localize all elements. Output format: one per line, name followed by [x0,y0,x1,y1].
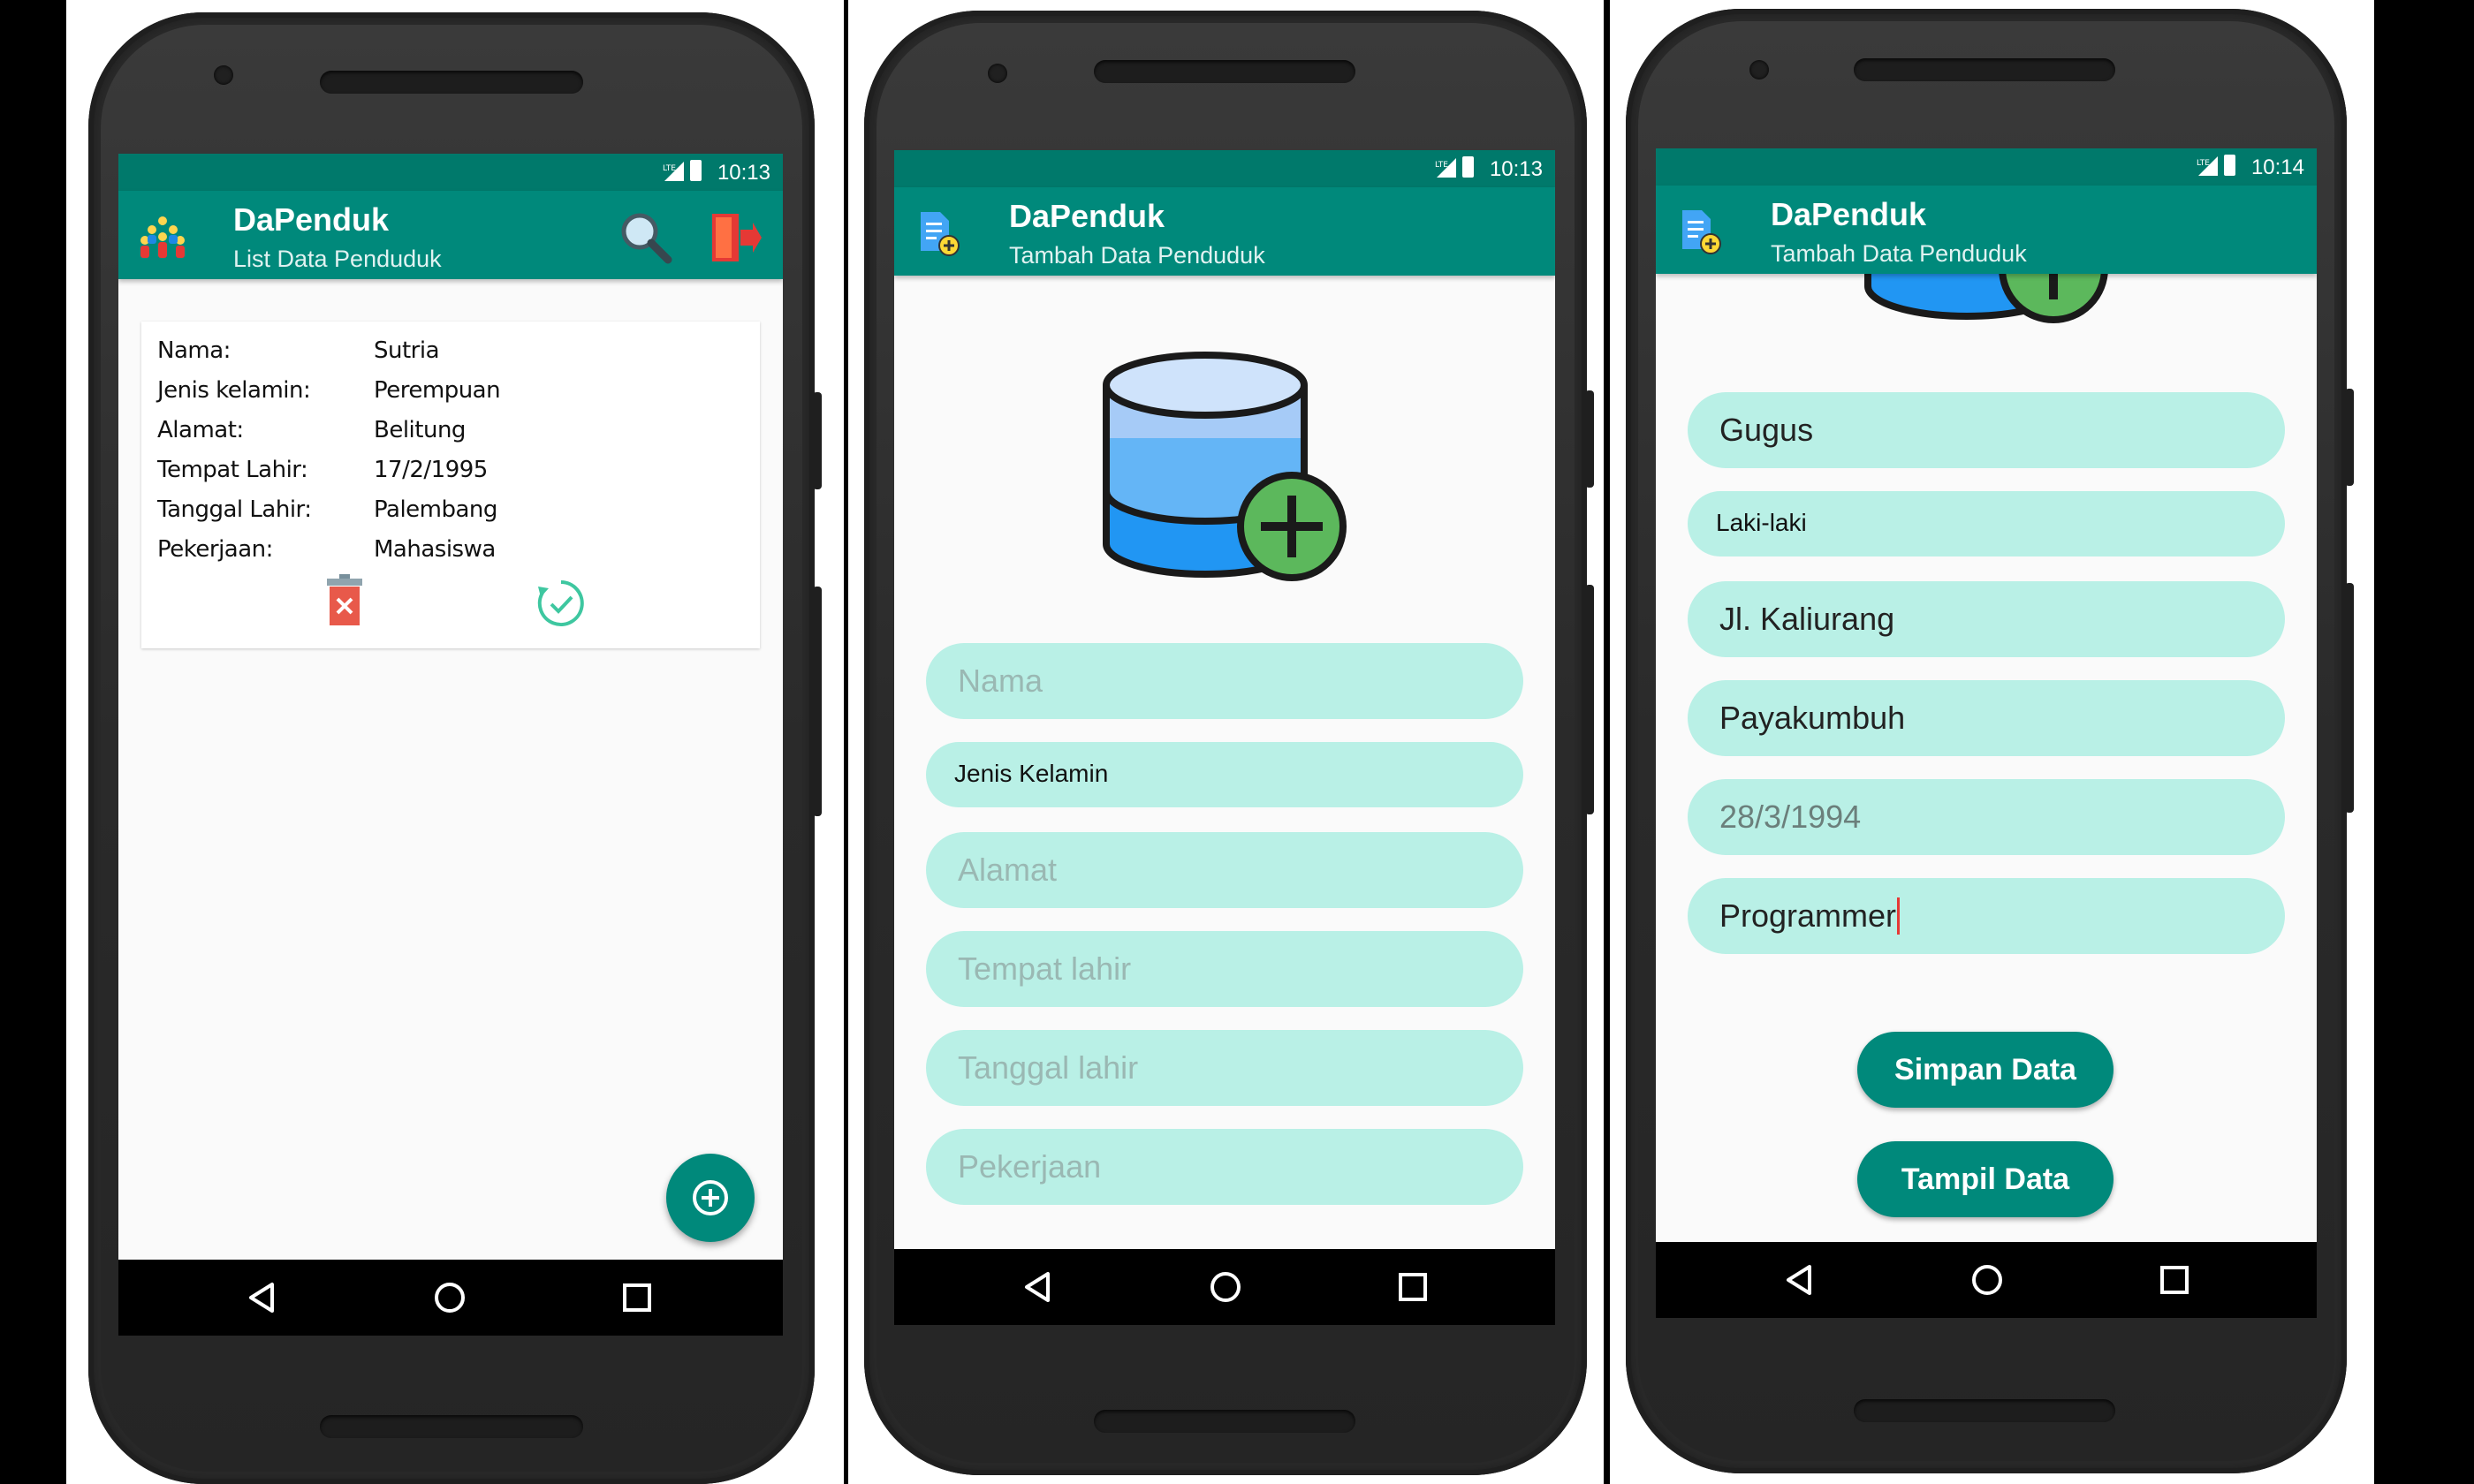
top-speaker [320,71,583,94]
app-bar: DaPenduk List Data Penduduk [118,191,783,279]
tanggal-lahir-input[interactable]: Tanggal lahir [926,1030,1523,1106]
status-time: 10:14 [2250,155,2304,179]
nama-input[interactable]: Nama [926,643,1523,719]
logout-icon[interactable] [709,210,762,265]
app-title: DaPenduk [1009,198,1165,234]
phone-screen-2: LTE 10:13 DaPenduk Tambah Data Penduduk … [894,150,1555,1325]
simpan-data-button[interactable]: Simpan Data [1857,1032,2114,1108]
bottom-speaker [1854,1399,2115,1422]
signal-icon: LTE [1435,158,1456,178]
battery-icon [1462,156,1474,178]
bottom-speaker [1094,1410,1355,1433]
navigation-bar [1656,1242,2317,1318]
add-fab-button[interactable] [666,1154,755,1242]
front-camera [1749,60,1769,80]
recents-icon[interactable] [2158,1263,2191,1297]
navigation-bar [894,1249,1555,1325]
screen-subtitle: Tambah Data Penduduk [1009,242,1265,269]
add-document-icon [1682,210,1721,254]
status-time: 10:13 [717,161,770,185]
nama-input[interactable]: Gugus [1688,392,2285,468]
side-button [813,392,822,489]
status-bar: LTE 10:13 [894,150,1555,187]
phone-screen-3: LTE 10:14 DaPenduk Tambah Data Penduduk … [1656,148,2317,1318]
jenis-kelamin-select[interactable]: Jenis Kelamin [926,742,1523,807]
add-fab-icon [693,1180,728,1215]
side-button [813,587,822,816]
back-icon[interactable] [1021,1270,1055,1304]
status-bar: LTE 10:14 [1656,148,2317,186]
jenis-kelamin-select[interactable]: Laki-laki [1688,491,2285,556]
home-icon[interactable] [1970,1263,2004,1297]
data-card[interactable]: Nama: Sutria Jenis kelamin: Perempuan Alam… [141,322,760,648]
add-document-icon [921,212,960,256]
signal-icon: LTE [2197,156,2218,176]
phone-frame-1: LTE 10:13 DaPenduk List Data Penduduk Na… [88,12,822,1484]
status-bar: LTE 10:13 [118,154,783,191]
back-icon[interactable] [1783,1263,1817,1297]
people-icon [140,216,185,258]
screen-subtitle: List Data Penduduk [233,246,442,272]
back-icon[interactable] [246,1281,279,1314]
pekerjaan-input[interactable]: Programmer [1688,878,2285,954]
svg-text:LTE: LTE [1435,161,1448,170]
tanggal-lahir-input[interactable]: 28/3/1994 [1688,779,2285,855]
alamat-input[interactable]: Alamat [926,832,1523,908]
delete-icon[interactable] [325,574,364,625]
status-time: 10:13 [1489,157,1543,181]
svg-text:LTE: LTE [2197,159,2210,168]
battery-icon [2224,155,2235,176]
side-button [1585,390,1594,488]
phone-frame-2: LTE 10:13 DaPenduk Tambah Data Penduduk … [864,11,1594,1475]
app-title: DaPenduk [1771,196,1927,232]
signal-icon: LTE [663,162,684,181]
search-icon[interactable] [618,210,673,265]
update-icon[interactable] [535,578,587,629]
alamat-input[interactable]: Jl. Kaliurang [1688,581,2285,657]
side-button [2345,389,2354,486]
screen-subtitle: Tambah Data Penduduk [1771,240,2027,267]
tempat-lahir-input[interactable]: Payakumbuh [1688,680,2285,756]
tempat-lahir-input[interactable]: Tempat lahir [926,931,1523,1007]
phone-frame-3: LTE 10:14 DaPenduk Tambah Data Penduduk … [1626,9,2354,1473]
tampil-data-button[interactable]: Tampil Data [1857,1141,2114,1217]
side-button [1585,585,1594,814]
recents-icon[interactable] [1396,1270,1430,1304]
front-camera [214,65,233,85]
front-camera [988,64,1007,83]
home-icon[interactable] [1209,1270,1242,1304]
database-add-icon [1103,352,1347,581]
bottom-speaker [320,1415,583,1438]
top-speaker [1854,58,2115,81]
home-icon[interactable] [433,1281,467,1314]
app-bar: DaPenduk Tambah Data Penduduk [1656,186,2317,274]
pekerjaan-input[interactable]: Pekerjaan [926,1129,1523,1205]
top-speaker [1094,60,1355,83]
phone-screen-1: LTE 10:13 DaPenduk List Data Penduduk Na… [118,154,783,1336]
side-button [2345,583,2354,813]
battery-icon [690,160,702,181]
app-bar: DaPenduk Tambah Data Penduduk [894,187,1555,276]
svg-text:LTE: LTE [663,164,676,173]
recents-icon[interactable] [620,1281,654,1314]
navigation-bar [118,1260,783,1336]
app-title: DaPenduk [233,201,390,238]
